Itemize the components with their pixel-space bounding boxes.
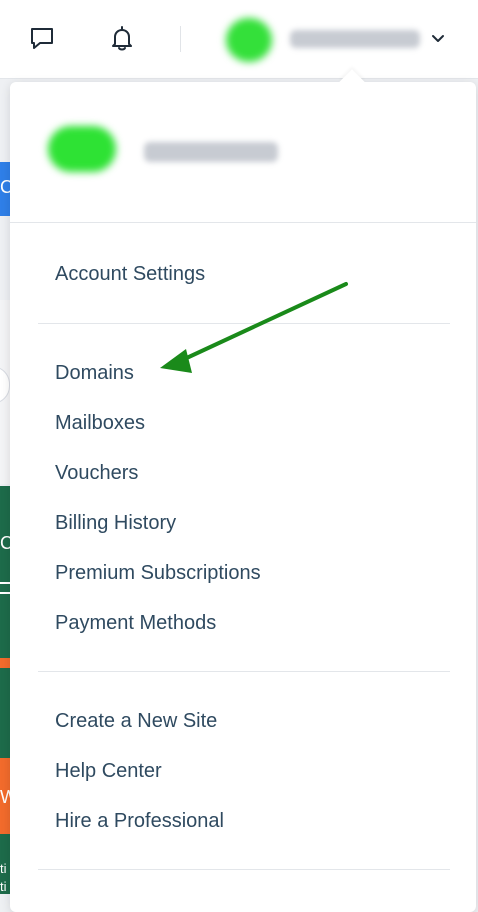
profile-avatar	[48, 126, 116, 172]
menu-item-billing-history[interactable]: Billing History	[55, 511, 176, 535]
menu-item-mailboxes[interactable]: Mailboxes	[55, 411, 145, 435]
menu-divider	[38, 323, 450, 324]
chevron-down-icon[interactable]	[428, 28, 448, 48]
menu-item-account-settings[interactable]: Account Settings	[55, 262, 205, 286]
menu-item-premium-subscriptions[interactable]: Premium Subscriptions	[55, 561, 261, 585]
account-dropdown-menu: Account Settings Domains Mailboxes Vouch…	[10, 69, 476, 912]
menu-item-vouchers[interactable]: Vouchers	[55, 461, 138, 485]
menu-item-payment-methods[interactable]: Payment Methods	[55, 611, 216, 635]
user-avatar[interactable]	[226, 18, 272, 62]
menu-divider	[38, 869, 450, 870]
menu-item-create-new-site[interactable]: Create a New Site	[55, 709, 217, 733]
menu-item-hire-a-professional[interactable]: Hire a Professional	[55, 809, 224, 833]
profile-name-blurred	[144, 142, 278, 162]
menu-divider	[38, 671, 450, 672]
menu-profile-header	[10, 82, 476, 222]
background-text-fragment: ti	[0, 862, 7, 876]
bell-icon[interactable]	[108, 24, 136, 52]
background-text-fragment: C	[0, 178, 10, 196]
background-text-fragment: W	[0, 788, 10, 807]
menu-divider	[10, 222, 476, 223]
background-text-fragment: ti	[0, 880, 7, 894]
user-name-blurred[interactable]	[290, 30, 420, 48]
menu-item-help-center[interactable]: Help Center	[55, 759, 162, 783]
background-text-fragment: C	[0, 534, 10, 553]
top-bar	[0, 0, 478, 79]
topbar-divider	[180, 26, 181, 52]
chat-bubble-icon[interactable]	[28, 24, 56, 52]
menu-item-domains[interactable]: Domains	[55, 361, 134, 385]
